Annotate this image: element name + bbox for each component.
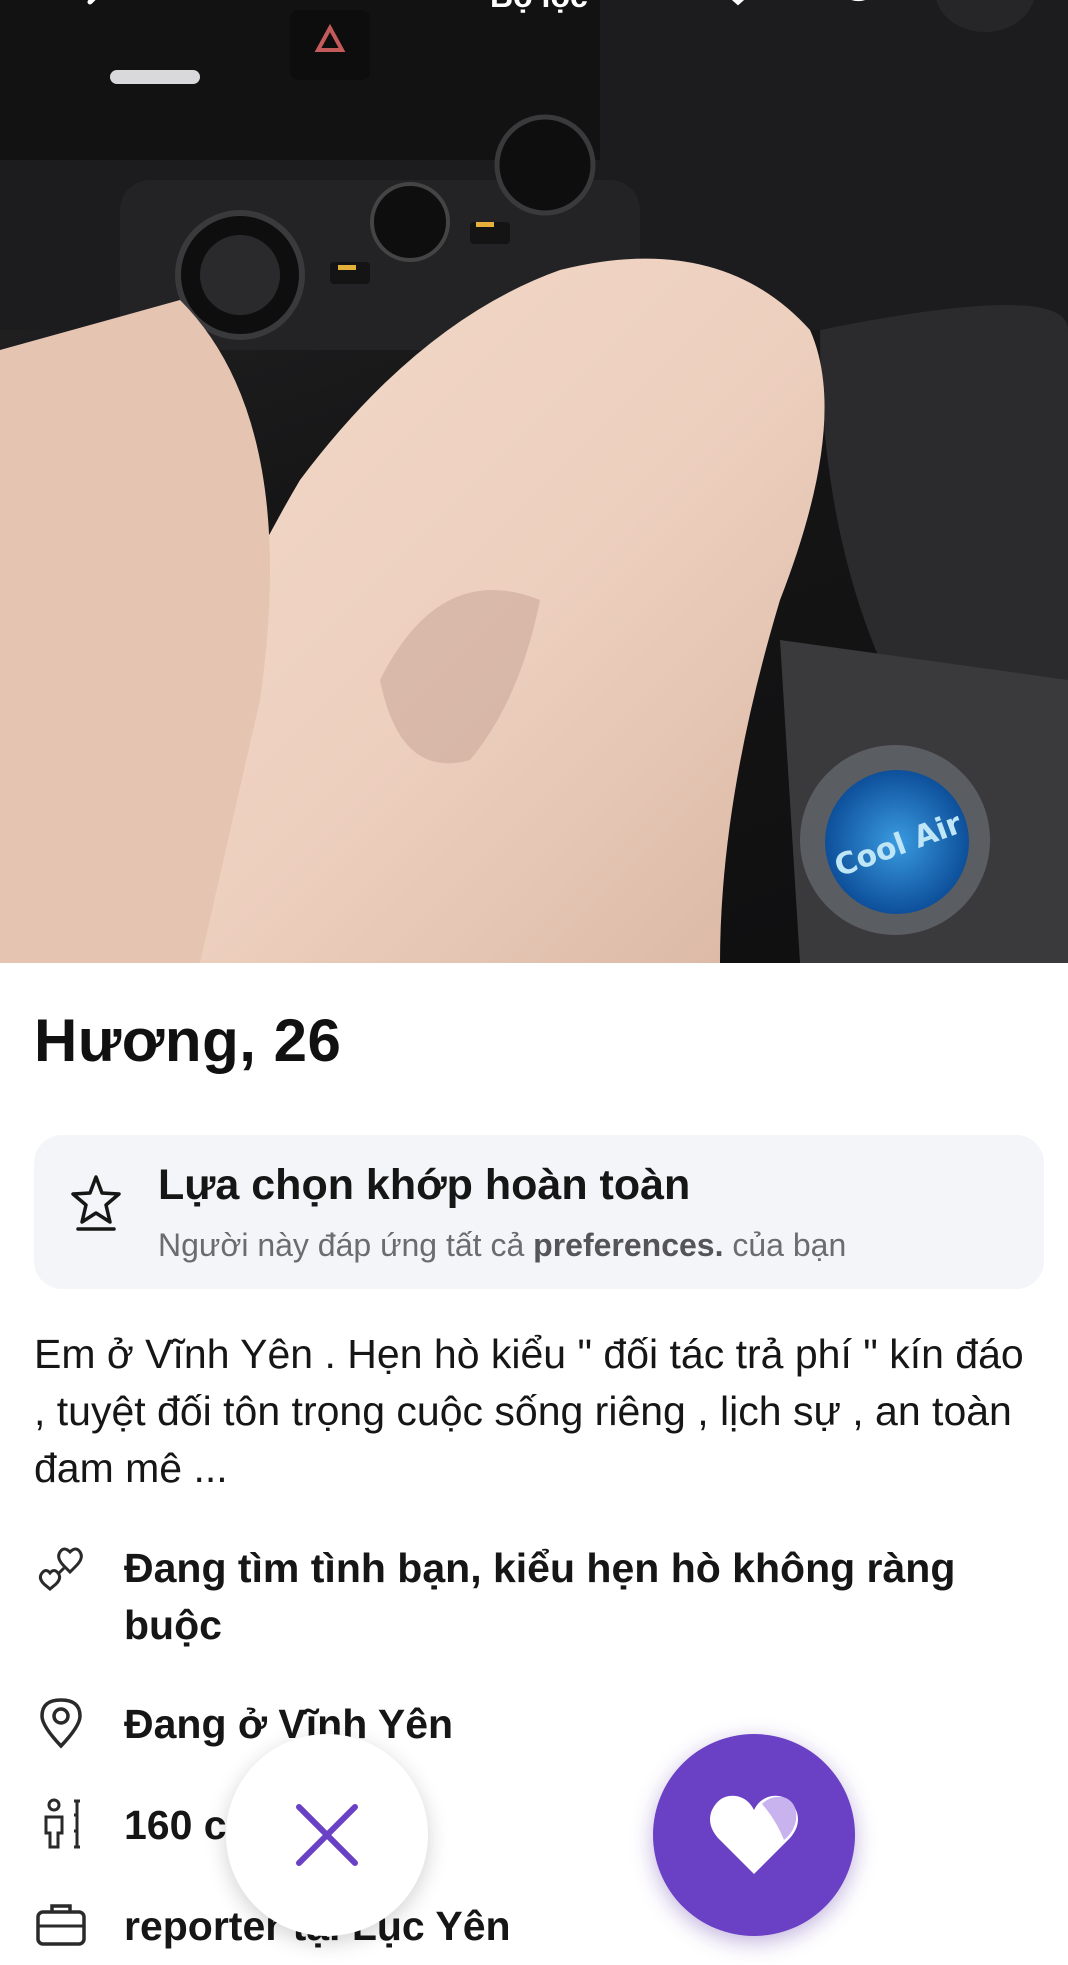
perfect-match-card: Lựa chọn khớp hoàn toàn Người này đáp ứn… [34,1135,1044,1289]
chevron-left-icon[interactable] [78,0,118,22]
relationship-hearts-icon [38,1547,83,1591]
shield-icon[interactable] [718,0,758,22]
top-bar: Bộ lọc [0,0,1068,32]
flag-icon[interactable] [840,0,880,22]
profile-bio: Em ở Vĩnh Yên . Hẹn hò kiểu " đối tác tr… [34,1331,1024,1491]
header-title[interactable]: Bộ lọc [490,0,588,15]
match-subtitle: Người này đáp ứng tất cả preferences. củ… [158,1227,846,1264]
like-button[interactable] [653,1734,855,1936]
detail-location-text: Đang ở Vĩnh Yên [124,1701,454,1747]
profile-photo[interactable]: Cool Air [0,0,1068,963]
height-icon [44,1798,80,1849]
match-subtitle-bold: preferences. [533,1227,724,1263]
match-subtitle-prefix: Người này đáp ứng tất cả [158,1227,534,1263]
pass-button[interactable] [226,1734,428,1936]
briefcase-icon [36,1904,86,1946]
heart-icon [710,1795,798,1874]
match-title: Lựa chọn khớp hoàn toàn [158,1161,691,1209]
photo-illustration: Cool Air [0,0,1068,963]
location-pin-icon [40,1698,82,1749]
match-subtitle-suffix: của bạn [723,1227,847,1263]
close-icon [296,1804,358,1866]
profile-name-age: Hương, 26 [34,1007,342,1074]
detail-looking-for-text: Đang tìm tình bạn, kiểu hẹn hò không ràn… [124,1545,956,1648]
star-badge-icon [71,1175,121,1231]
